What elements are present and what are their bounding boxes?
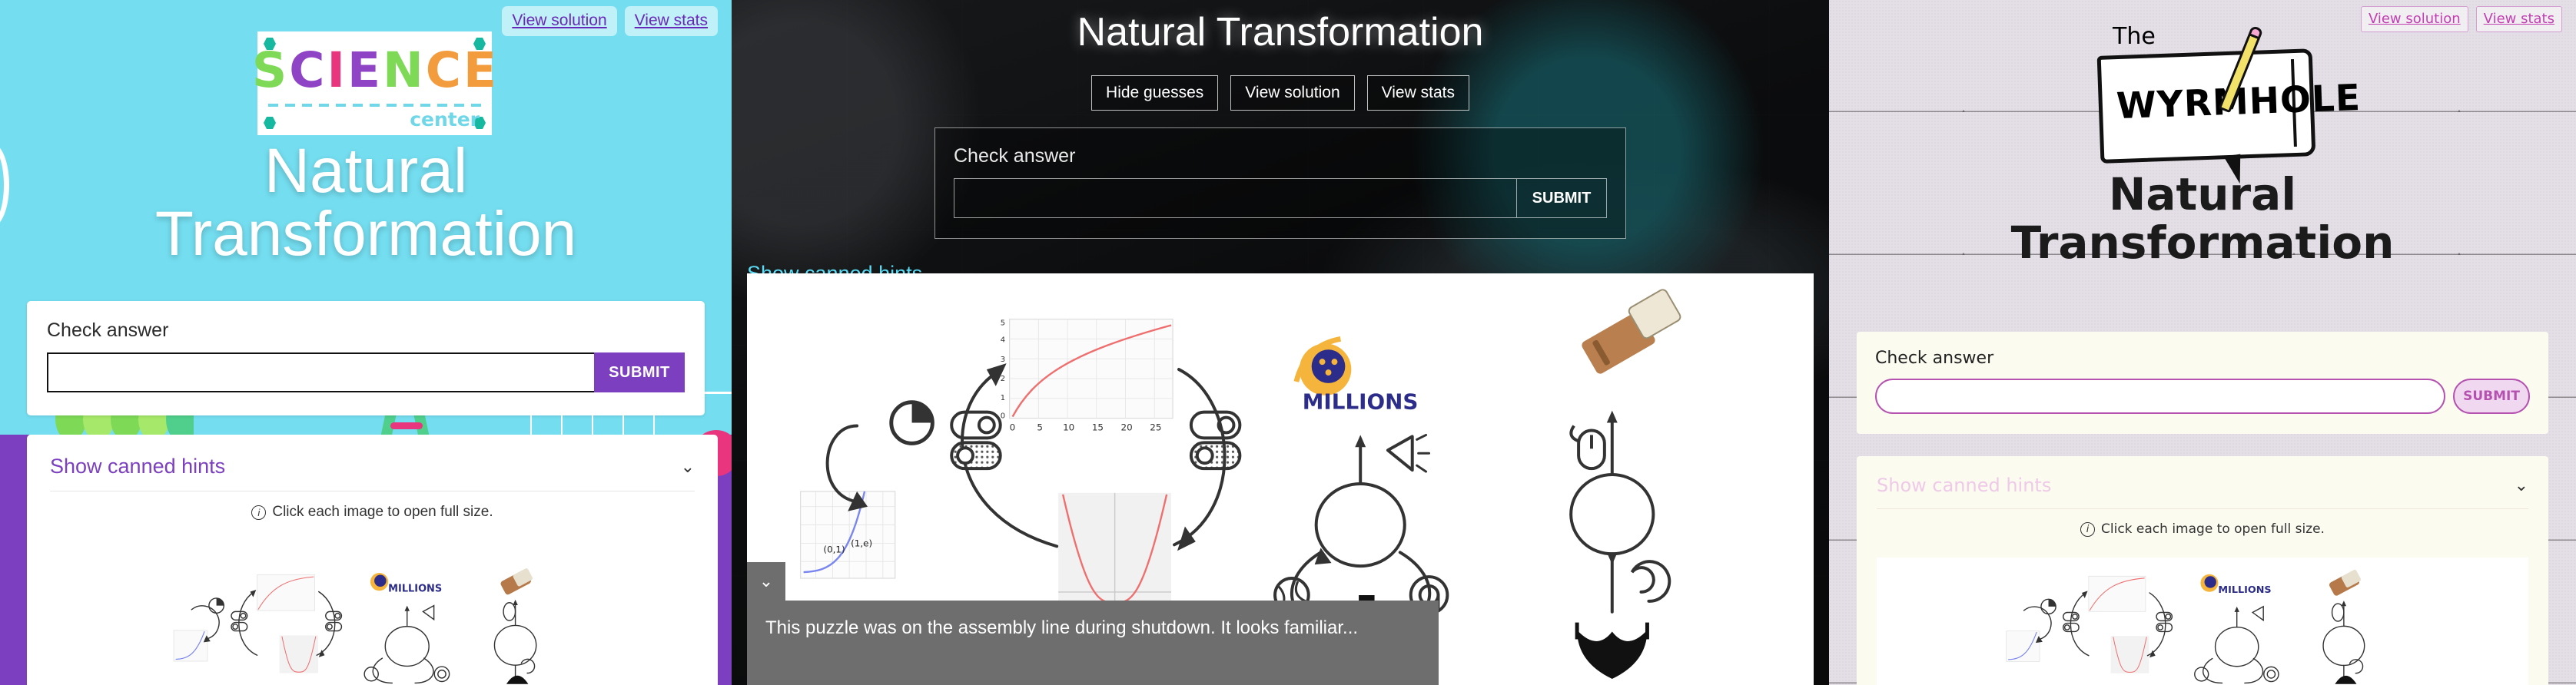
check-answer-card: Check answer SUBMIT: [1857, 332, 2548, 434]
wyrmhole-logo-book: WYRMHOLE: [2096, 48, 2362, 164]
logo-letter: N: [383, 41, 424, 98]
science-center-logo: S C I E N C E center: [252, 31, 496, 135]
puzzle-thumbnail[interactable]: MILLIONS: [50, 556, 695, 685]
submit-button[interactable]: SUBMIT: [1516, 178, 1607, 218]
logo-subtitle: center: [410, 108, 480, 131]
canned-hints-header[interactable]: Show canned hints ⌄: [50, 455, 695, 491]
check-answer-card: Check answer SUBMIT: [27, 301, 705, 415]
check-answer-row: SUBMIT: [1875, 379, 2530, 414]
view-solution-button[interactable]: View solution: [1230, 75, 1355, 111]
show-canned-hints-toggle[interactable]: Show canned hints: [50, 455, 225, 478]
logo-letter: S: [251, 41, 288, 98]
answer-input[interactable]: [1875, 379, 2445, 414]
x-tick: 5: [1037, 422, 1043, 432]
page-title: Natural Transformation: [1077, 10, 1484, 55]
x-tick: 0: [1010, 422, 1016, 432]
answer-input[interactable]: [47, 352, 594, 392]
show-canned-hints-toggle[interactable]: Show canned hints: [1877, 475, 2051, 496]
logo-letter: C: [289, 41, 326, 98]
logo-letters: S C I E N C E: [252, 41, 496, 98]
wyrmhole-logo-the: The: [2113, 23, 2156, 50]
view-stats-button[interactable]: View stats: [1366, 75, 1469, 111]
page-title-line2: Transformation: [2010, 216, 2395, 269]
submit-button[interactable]: SUBMIT: [594, 352, 685, 392]
chevron-down-icon[interactable]: ⌄: [681, 457, 695, 477]
logo-letter: E: [463, 41, 498, 98]
left-purple-strip: [0, 0, 29, 685]
page-title-line2: Transformation: [154, 199, 577, 269]
submit-button[interactable]: SUBMIT: [2453, 379, 2530, 414]
y-tick: 5: [1001, 319, 1005, 327]
view-solution-button[interactable]: View solution: [2360, 6, 2468, 32]
chevron-down-icon[interactable]: ⌄: [2515, 475, 2528, 495]
toast-message: This puzzle was on the assembly line dur…: [747, 601, 1439, 685]
panel-science-center: View solution View stats S C I E N C E c…: [0, 0, 732, 685]
exp-label-0: (0,1): [823, 544, 845, 554]
page-title: Natural Transformation: [1829, 170, 2576, 266]
logo-dashed-line: [268, 104, 481, 107]
view-solution-button[interactable]: View solution: [502, 6, 617, 36]
toast-notification: ⌄ This puzzle was on the assembly line d…: [747, 562, 1439, 685]
check-answer-label: Check answer: [1875, 349, 1994, 368]
click-image-note-text: Click each image to open full size.: [2101, 521, 2325, 537]
view-stats-button[interactable]: View stats: [2475, 6, 2562, 32]
check-answer-row: SUBMIT: [954, 178, 1607, 218]
logo-dot: [264, 117, 276, 129]
science-header-buttons: View solution View stats: [502, 6, 718, 36]
y-tick: 0: [1001, 412, 1005, 421]
screenshot-root: View solution View stats S C I E N C E c…: [0, 0, 2576, 685]
x-tick: 20: [1121, 422, 1133, 432]
check-answer-row: SUBMIT: [47, 352, 685, 392]
leather-belt-photo: [1582, 289, 1681, 374]
panel-wyrmhole: View solution View stats The WYRMHOLE Na…: [1829, 0, 2576, 685]
check-answer-label: Check answer: [47, 319, 169, 341]
x-tick: 25: [1150, 422, 1161, 432]
millions-logo-text: MILLIONS: [2218, 584, 2271, 596]
check-answer-card: Check answer SUBMIT: [934, 127, 1626, 239]
x-tick: 10: [1063, 422, 1074, 432]
exp-label-1: (1,e): [851, 538, 872, 548]
panel-dark-theme: Natural Transformation Hide guesses View…: [732, 0, 1829, 685]
info-icon: i: [251, 505, 267, 520]
hide-guesses-button[interactable]: Hide guesses: [1091, 75, 1219, 111]
page-title-line1: Natural: [2108, 168, 2297, 220]
logo-letter: C: [425, 41, 463, 98]
view-stats-button[interactable]: View stats: [624, 6, 718, 36]
dark-header-buttons: Hide guesses View solution View stats: [732, 75, 1829, 111]
puzzle-illustration-small: MILLIONS: [2006, 569, 2365, 684]
canned-hints-panel: Show canned hints ⌄ i Click each image t…: [27, 435, 718, 685]
x-tick: 15: [1092, 422, 1104, 432]
answer-input[interactable]: [954, 178, 1516, 218]
info-icon: i: [2080, 521, 2096, 537]
millions-logo: MILLIONS: [1293, 336, 1419, 415]
click-image-note: i Click each image to open full size.: [50, 504, 695, 521]
y-tick: 3: [1001, 356, 1005, 364]
millions-logo-text: MILLIONS: [1303, 389, 1419, 415]
toast-collapse-button[interactable]: ⌄: [747, 562, 785, 601]
page-title: Natural Transformation: [0, 140, 732, 266]
wyrmhole-logo: The WYRMHOLE: [2076, 23, 2362, 186]
wyrmhole-header-buttons: View solution View stats: [2360, 6, 2562, 32]
puzzle-thumbnail[interactable]: MILLIONS: [1877, 558, 2528, 685]
bra-silhouette-icon: [1575, 622, 1649, 680]
y-tick: 2: [1001, 375, 1005, 383]
check-answer-label: Check answer: [954, 145, 1076, 167]
canned-hints-header[interactable]: Show canned hints ⌄: [1877, 475, 2528, 509]
logo-letter: I: [327, 41, 346, 98]
canned-hints-panel: Show canned hints ⌄ i Click each image t…: [1857, 456, 2548, 685]
page-title-line1: Natural: [264, 136, 468, 206]
logo-letter: E: [347, 41, 382, 98]
y-tick: 4: [1001, 336, 1005, 344]
click-image-note-text: Click each image to open full size.: [272, 504, 493, 520]
puzzle-illustration-small: MILLIONS: [173, 568, 537, 684]
millions-logo-text: MILLIONS: [388, 584, 442, 595]
y-tick: 1: [1001, 394, 1005, 402]
click-image-note: i Click each image to open full size.: [1877, 521, 2528, 537]
